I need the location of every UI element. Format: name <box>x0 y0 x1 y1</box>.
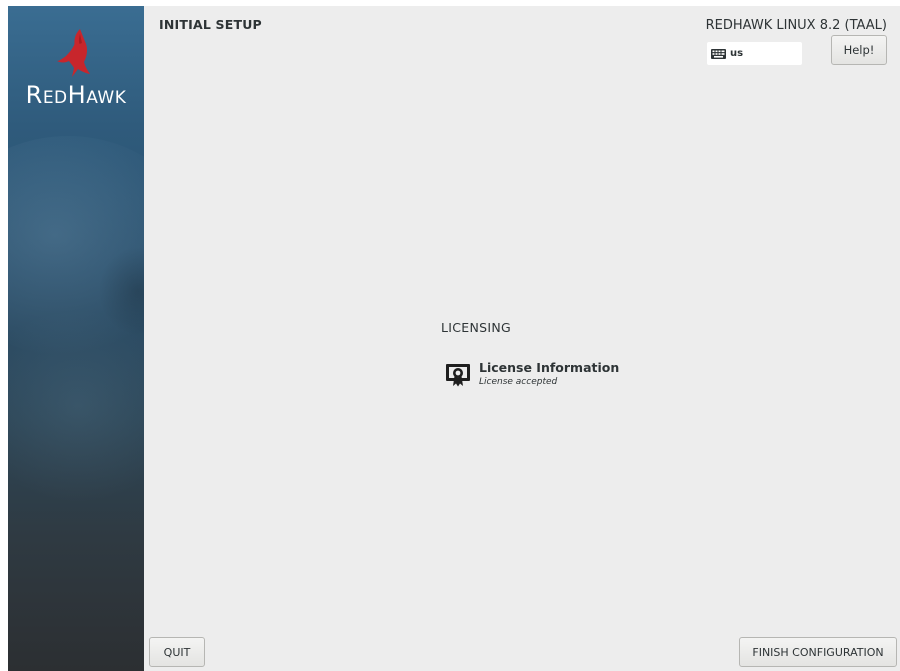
spoke-status: License accepted <box>479 377 558 387</box>
keyboard-layout-indicator[interactable]: us <box>707 42 802 65</box>
keyboard-icon <box>711 48 726 59</box>
license-certificate-icon <box>446 364 470 387</box>
spoke-title: License Information <box>479 360 620 375</box>
window: RedHawk INITIAL SETUP REDHAWK LINUX 8.2 … <box>8 6 900 671</box>
quit-button[interactable]: QUIT <box>149 637 205 667</box>
finish-configuration-button[interactable]: FINISH CONFIGURATION <box>739 637 897 667</box>
keyboard-layout-label: us <box>730 48 744 59</box>
main-content: INITIAL SETUP REDHAWK LINUX 8.2 (TAAL) u… <box>144 6 900 671</box>
section-title-licensing: LICENSING <box>441 320 511 335</box>
product-title: REDHAWK LINUX 8.2 (TAAL) <box>705 18 887 33</box>
license-information-spoke[interactable]: License Information License accepted <box>445 360 619 388</box>
help-button[interactable]: Help! <box>831 35 887 65</box>
sidebar-decoration <box>8 306 144 506</box>
brand-logo-text: RedHawk <box>25 81 127 109</box>
sidebar: RedHawk <box>8 6 144 671</box>
page-title: INITIAL SETUP <box>159 17 262 32</box>
redhawk-bird-icon <box>57 29 90 77</box>
